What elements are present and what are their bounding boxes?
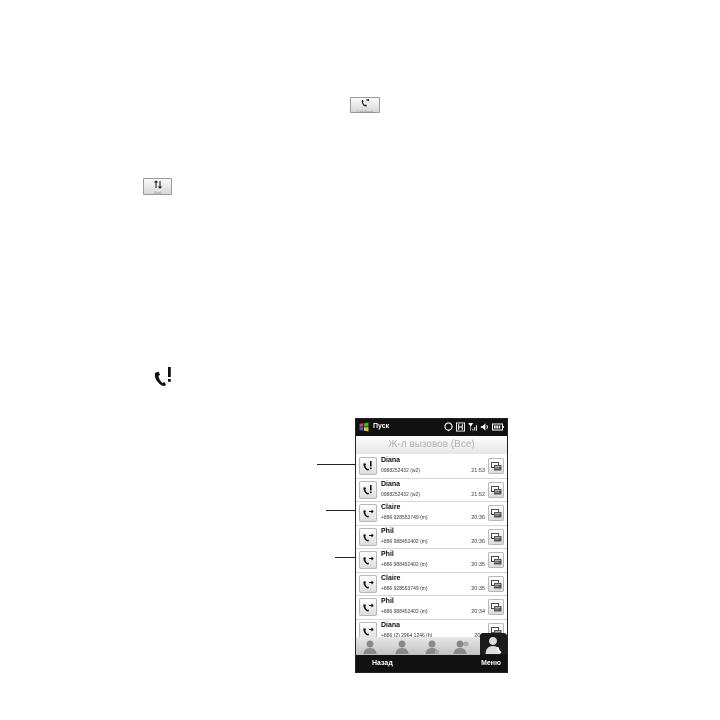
call-button[interactable] [359, 504, 377, 522]
missed-call-icon [154, 367, 171, 386]
callout-line-missed [317, 464, 359, 465]
status-icons [444, 422, 504, 432]
send-message-button[interactable] [488, 552, 504, 568]
call-button[interactable] [359, 527, 377, 546]
caller-name: Diana [381, 480, 401, 488]
caller-number: +886 988452402 (m) [381, 538, 428, 545]
send-message-button[interactable] [488, 599, 504, 615]
call-row[interactable]: Phil +886 988452402 (m) 20:36 [356, 525, 507, 549]
phone-screen: Пуск Ж-л вызовов (Все) Diana 0988252432 (… [355, 418, 508, 673]
call-button[interactable] [359, 598, 377, 616]
caller-number: 0988252432 (w2) [381, 468, 420, 474]
call-time: 20:35 [471, 585, 485, 592]
call-row[interactable]: Claire +886 928553749 (m) 20:36 [356, 502, 507, 526]
send-message-button[interactable] [488, 481, 504, 498]
tab-favorites-icon[interactable] [394, 639, 410, 655]
screen-title: Ж-л вызовов (Все) [356, 436, 507, 454]
send-message-button[interactable] [488, 505, 504, 521]
call-time: 21:53 [471, 468, 485, 474]
call-row[interactable]: Claire +886 928553749 (m) 20:35 [356, 572, 507, 596]
call-button[interactable] [359, 574, 377, 593]
tab-call-history[interactable] [480, 633, 507, 657]
missed-call-button[interactable] [359, 480, 377, 499]
call-back-button-icon: Call Back [350, 97, 380, 114]
tab-contacts-icon[interactable] [362, 639, 378, 655]
contact-call-history-icon [485, 637, 502, 654]
caller-number: +886 928553749 (m) [381, 515, 428, 521]
tab-updates-icon[interactable] [424, 639, 440, 655]
call-row[interactable]: Diana 0988252432 (w2) 21:52 [356, 478, 507, 502]
softkey-bar: Назад Меню [356, 655, 507, 672]
caller-number: 0988252432 (w2) [381, 491, 420, 498]
caller-name: Phil [381, 527, 394, 535]
caller-number: +886 988452402 (m) [381, 609, 428, 615]
caller-name: Diana [381, 457, 401, 464]
send-message-button[interactable] [488, 458, 504, 474]
caller-name: Claire [381, 504, 401, 511]
notification-icon[interactable] [444, 422, 453, 432]
hsdpa-icon[interactable] [456, 422, 465, 432]
call-history-list: Diana 0988252432 (w2) 21:53 Diana 0988252432… [356, 455, 507, 643]
call-time: 20:36 [471, 538, 485, 545]
sort-button-icon: Sort [143, 178, 172, 195]
tab-messages-icon[interactable] [453, 639, 469, 655]
bottom-tab-bar [356, 633, 507, 657]
call-back-caption: Call Back [356, 109, 374, 114]
call-row[interactable]: Diana 0988252432 (w2) 21:53 [356, 455, 507, 479]
send-message-button[interactable] [488, 528, 504, 545]
back-softkey[interactable]: Назад [372, 660, 393, 667]
caller-number: +886 928553749 (m) [381, 585, 428, 592]
status-bar: Пуск [356, 419, 507, 436]
call-time: 20:34 [471, 609, 485, 615]
call-time: 20:35 [471, 562, 485, 568]
speaker-icon[interactable] [480, 422, 489, 432]
call-button[interactable] [359, 551, 377, 569]
signal-icon[interactable] [468, 422, 477, 432]
caller-name: Phil [381, 598, 394, 605]
call-row[interactable]: Phil +886 988452402 (m) 20:35 [356, 549, 507, 573]
sort-caption: Sort [153, 190, 162, 195]
battery-icon[interactable] [492, 422, 504, 432]
caller-name: Phil [381, 551, 394, 558]
menu-softkey[interactable]: Меню [481, 660, 501, 667]
send-message-button[interactable] [488, 575, 504, 592]
caller-name: Claire [381, 574, 401, 582]
windows-logo-icon[interactable] [359, 422, 369, 432]
start-label[interactable]: Пуск [373, 423, 389, 430]
caller-number: +886 988452402 (m) [381, 562, 428, 568]
call-time: 20:36 [471, 515, 485, 521]
call-time: 21:52 [471, 491, 485, 498]
caller-name: Diana [381, 621, 401, 629]
missed-call-button[interactable] [359, 457, 377, 475]
call-row[interactable]: Phil +886 988452402 (m) 20:34 [356, 596, 507, 620]
